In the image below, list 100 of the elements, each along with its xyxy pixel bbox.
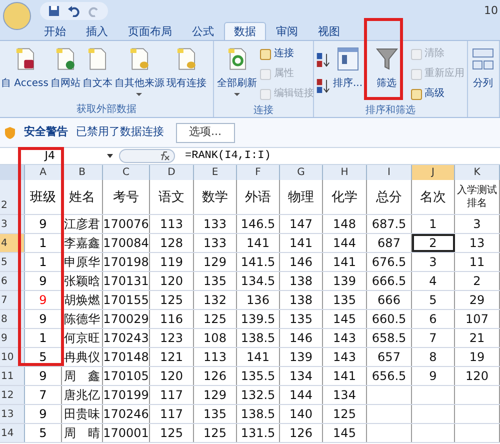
ribbon-tab[interactable]: 审阅: [266, 22, 308, 40]
table-cell: 李嘉鑫: [62, 234, 103, 252]
ribbon-small-button[interactable]: 连接: [260, 45, 314, 63]
table-cell: 658.5: [367, 329, 412, 347]
table-cell: 9: [412, 367, 455, 385]
table-cell: 135: [280, 310, 323, 328]
table-cell: 126: [194, 367, 237, 385]
column-header[interactable]: C: [103, 165, 150, 180]
table-cell: 7: [412, 329, 455, 347]
column-header[interactable]: F: [237, 165, 280, 180]
table-cell: 姓名: [62, 180, 103, 214]
table-cell: 170148: [103, 348, 150, 366]
table-cell: 班级: [25, 180, 62, 214]
sort-ascending-icon[interactable]: [316, 51, 330, 69]
table-cell: 张颖晗: [62, 272, 103, 290]
caret-icon[interactable]: [107, 154, 113, 158]
table-cell: 170243: [103, 329, 150, 347]
table-cell: 135: [323, 291, 367, 309]
column-header[interactable]: J: [412, 165, 455, 180]
table-cell: 125: [323, 405, 367, 423]
ribbon-button[interactable]: 筛选: [370, 45, 404, 90]
table-cell: 666: [367, 291, 412, 309]
column-header[interactable]: D: [150, 165, 194, 180]
security-message: 已禁用了数据连接: [76, 124, 164, 140]
table-cell: 冉典仪: [62, 348, 103, 366]
table-cell: 146.5: [237, 215, 280, 233]
ribbon-button[interactable]: 分列: [470, 45, 496, 90]
group-label: 获取外部数据: [76, 102, 138, 117]
table-cell: 125: [150, 291, 194, 309]
column-header[interactable]: I: [367, 165, 412, 180]
table-cell: 8: [412, 348, 455, 366]
ribbon-tab[interactable]: 数据: [224, 22, 266, 40]
table-cell: 146: [280, 253, 323, 271]
table-cell: 139: [280, 348, 323, 366]
table-cell: 胡焕燃: [62, 291, 103, 309]
table-cell: 21: [455, 329, 500, 347]
row-header[interactable]: 2: [1, 197, 8, 214]
ribbon-button[interactable]: 自其他来源: [113, 45, 166, 96]
column-header[interactable]: G: [280, 165, 323, 180]
table-cell: 170246: [103, 405, 150, 423]
table-cell: 143: [323, 329, 367, 347]
table-cell: 123: [150, 329, 194, 347]
table-cell: 139.5: [237, 310, 280, 328]
ribbon-button[interactable]: 自 Access: [0, 45, 50, 90]
ribbon-tab[interactable]: 视图: [308, 22, 350, 40]
ribbon-tab[interactable]: 插入: [76, 22, 118, 40]
formula-field[interactable]: =RANK(I4,I:I): [185, 148, 271, 164]
ribbon-small-button[interactable]: 高级: [410, 85, 465, 103]
table-cell: 周 鑫: [62, 367, 103, 385]
table-cell: 138.5: [237, 329, 280, 347]
table-cell: 外语: [237, 180, 280, 214]
save-icon[interactable]: [48, 5, 60, 17]
ribbon-tab[interactable]: 页面布局: [118, 22, 182, 40]
table-cell: 132: [194, 291, 237, 309]
name-box[interactable]: J4: [23, 148, 59, 164]
column-header[interactable]: H: [323, 165, 367, 180]
table-cell: 陈德华: [62, 310, 103, 328]
table-cell: 2: [455, 272, 500, 290]
table-cell: 135: [194, 405, 237, 423]
table-cell: 140: [280, 405, 323, 423]
table-cell: 总分: [367, 180, 412, 214]
table-cell: 144: [280, 386, 323, 404]
table-cell: 141: [237, 234, 280, 252]
options-button[interactable]: 选项...: [176, 122, 234, 142]
column-header[interactable]: A: [25, 165, 62, 180]
ribbon-button[interactable]: 现有连接: [165, 45, 208, 90]
sort-descending-icon[interactable]: [316, 77, 330, 95]
fx-button[interactable]: [119, 149, 175, 163]
table-cell: 何京旺: [62, 329, 103, 347]
table-cell: 129: [194, 253, 237, 271]
table-cell: 物理: [280, 180, 323, 214]
undo-icon[interactable]: [68, 5, 80, 17]
ribbon-button[interactable]: 自网站: [49, 45, 82, 90]
table-cell: 1: [25, 234, 62, 252]
table-cell: 141.5: [237, 253, 280, 271]
table-cell: 120: [150, 272, 194, 290]
table-cell: 135: [194, 272, 237, 290]
sort-icon: [336, 45, 360, 73]
table-cell: 687.5: [367, 215, 412, 233]
ribbon-tab[interactable]: 公式: [182, 22, 224, 40]
table-cell: 考号: [103, 180, 150, 214]
table-cell: 145: [323, 424, 367, 442]
column-header[interactable]: B: [62, 165, 103, 180]
ribbon-tab[interactable]: 开始: [34, 22, 76, 40]
table-cell: 19: [455, 348, 500, 366]
table-cell: 660.5: [367, 310, 412, 328]
table-cell: 132.5: [237, 386, 280, 404]
column-header[interactable]: K: [455, 165, 500, 180]
table-cell: 138: [280, 291, 323, 309]
table-cell: 170084: [103, 234, 150, 252]
ribbon-button[interactable]: 排序...: [332, 45, 364, 90]
table-cell: 113: [150, 215, 194, 233]
ribbon-button[interactable]: 全部刷新: [216, 45, 258, 96]
table-cell: 田贵味: [62, 405, 103, 423]
table-cell: 125: [150, 424, 194, 442]
ribbon-button[interactable]: 自文本: [81, 45, 114, 90]
table-cell: 117: [150, 405, 194, 423]
column-header[interactable]: E: [194, 165, 237, 180]
table-cell: 143: [323, 348, 367, 366]
table-cell: 江彦君: [62, 215, 103, 233]
